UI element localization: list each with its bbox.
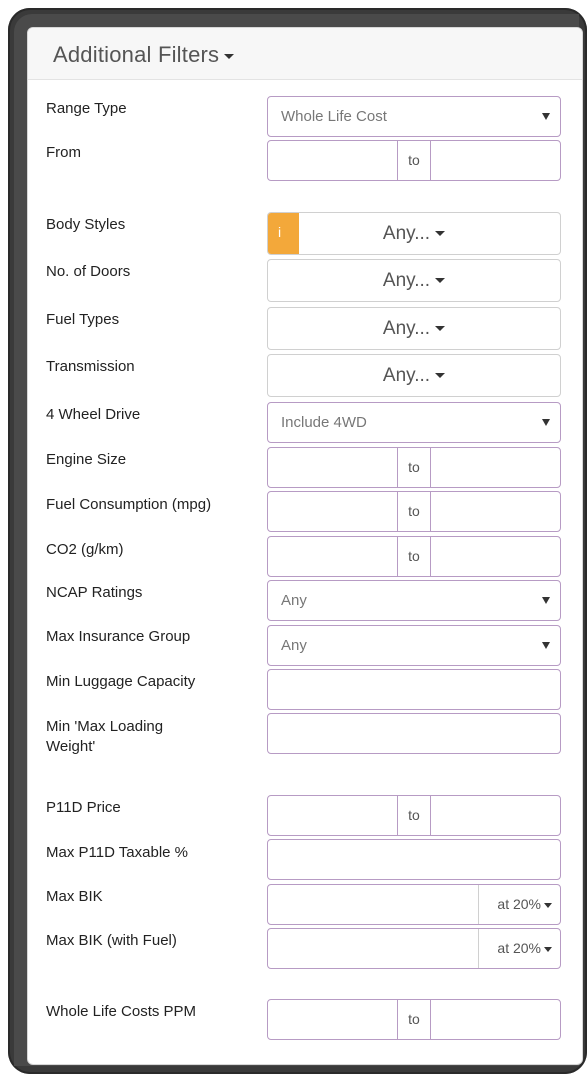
fuel-consumption-min-input[interactable] xyxy=(268,492,396,531)
panel-title-text: Additional Filters xyxy=(53,42,220,67)
doors-dropdown[interactable]: Any... xyxy=(267,259,561,302)
p11d-price-max-input[interactable] xyxy=(432,796,560,835)
fuel-types-dropdown[interactable]: Any... xyxy=(267,307,561,350)
transmission-dropdown[interactable]: Any... xyxy=(267,354,561,397)
loading-weight-label: Min 'Max Loading Weight' xyxy=(46,717,163,757)
caret-down-icon xyxy=(435,373,446,379)
caret-down-icon xyxy=(435,326,446,332)
transmission-value: Any... xyxy=(382,365,431,386)
max-bik-fuel-group: at 20% xyxy=(267,928,561,969)
max-bik-rate: at 20% xyxy=(497,896,541,912)
fuel-consumption-max-input[interactable] xyxy=(432,492,560,531)
from-max-input[interactable] xyxy=(432,141,560,180)
wlc-ppm-max-input[interactable] xyxy=(432,1000,560,1039)
body-styles-value: Any... xyxy=(382,223,431,244)
select-arrow-icon xyxy=(542,113,550,120)
max-bik-label: Max BIK xyxy=(46,888,103,905)
fuel-consumption-to-addon: to xyxy=(397,492,431,531)
max-bik-rate-dropdown[interactable]: at 20% xyxy=(478,885,560,924)
max-bik-fuel-rate: at 20% xyxy=(497,940,541,956)
range-type-value: Whole Life Cost xyxy=(281,108,387,125)
p11d-price-to-addon: to xyxy=(397,796,431,835)
caret-down-icon xyxy=(224,53,235,59)
max-bik-fuel-label: Max BIK (with Fuel) xyxy=(46,932,177,949)
loading-weight-label-line2: Weight' xyxy=(46,738,96,755)
loading-weight-input[interactable] xyxy=(267,713,561,754)
ncap-label: NCAP Ratings xyxy=(46,584,143,601)
select-arrow-icon xyxy=(542,419,550,426)
max-bik-input[interactable] xyxy=(268,885,478,924)
info-icon[interactable]: i xyxy=(268,213,299,254)
wlc-ppm-label: Whole Life Costs PPM xyxy=(46,1003,197,1020)
engine-size-min-input[interactable] xyxy=(268,448,396,487)
luggage-input[interactable] xyxy=(267,669,561,710)
co2-label: CO2 (g/km) xyxy=(46,541,124,558)
engine-size-range: to xyxy=(267,447,561,488)
transmission-label: Transmission xyxy=(46,358,135,375)
four-wd-value: Include 4WD xyxy=(281,414,367,431)
co2-max-input[interactable] xyxy=(432,537,560,576)
caret-down-icon xyxy=(544,902,552,908)
select-arrow-icon xyxy=(542,642,550,649)
from-label: From xyxy=(46,144,81,161)
p11d-taxable-input[interactable] xyxy=(267,839,561,880)
from-to-addon: to xyxy=(397,141,431,180)
from-min-input[interactable] xyxy=(268,141,396,180)
insurance-value: Any xyxy=(281,637,307,654)
co2-range: to xyxy=(267,536,561,577)
caret-down-icon xyxy=(435,231,446,237)
engine-size-to-addon: to xyxy=(397,448,431,487)
fuel-consumption-label: Fuel Consumption (mpg) xyxy=(46,496,212,513)
max-bik-fuel-rate-dropdown[interactable]: at 20% xyxy=(478,929,560,968)
panel-heading[interactable]: Additional Filters xyxy=(28,28,582,80)
range-type-select[interactable]: Whole Life Cost xyxy=(267,96,561,137)
co2-min-input[interactable] xyxy=(268,537,396,576)
ncap-select[interactable]: Any xyxy=(267,580,561,621)
body-styles-dropdown[interactable]: i Any... xyxy=(267,212,561,255)
body-styles-label: Body Styles xyxy=(46,216,126,233)
additional-filters-panel: Additional Filters Range Type Whole Life… xyxy=(27,27,583,1065)
p11d-price-label: P11D Price xyxy=(46,799,121,816)
doors-value: Any... xyxy=(382,270,431,291)
wlc-ppm-to-addon: to xyxy=(397,1000,431,1039)
from-range: to xyxy=(267,140,561,181)
panel-title[interactable]: Additional Filters xyxy=(53,42,235,68)
co2-to-addon: to xyxy=(397,537,431,576)
luggage-label: Min Luggage Capacity xyxy=(46,673,196,690)
four-wd-select[interactable]: Include 4WD xyxy=(267,402,561,443)
loading-weight-label-line1: Min 'Max Loading xyxy=(46,718,164,735)
p11d-price-min-input[interactable] xyxy=(268,796,396,835)
caret-down-icon xyxy=(435,278,446,284)
four-wd-label: 4 Wheel Drive xyxy=(46,406,141,423)
wlc-ppm-min-input[interactable] xyxy=(268,1000,396,1039)
insurance-label: Max Insurance Group xyxy=(46,628,191,645)
fuel-types-value: Any... xyxy=(382,318,431,339)
fuel-types-label: Fuel Types xyxy=(46,311,120,328)
caret-down-icon xyxy=(544,946,552,952)
p11d-price-range: to xyxy=(267,795,561,836)
wlc-ppm-range: to xyxy=(267,999,561,1040)
ncap-value: Any xyxy=(281,592,307,609)
fuel-consumption-range: to xyxy=(267,491,561,532)
p11d-taxable-label: Max P11D Taxable % xyxy=(46,844,189,861)
select-arrow-icon xyxy=(542,597,550,604)
engine-size-max-input[interactable] xyxy=(432,448,560,487)
max-bik-group: at 20% xyxy=(267,884,561,925)
engine-size-label: Engine Size xyxy=(46,451,127,468)
insurance-select[interactable]: Any xyxy=(267,625,561,666)
max-bik-fuel-input[interactable] xyxy=(268,929,478,968)
range-type-label: Range Type xyxy=(46,100,127,117)
doors-label: No. of Doors xyxy=(46,263,131,280)
